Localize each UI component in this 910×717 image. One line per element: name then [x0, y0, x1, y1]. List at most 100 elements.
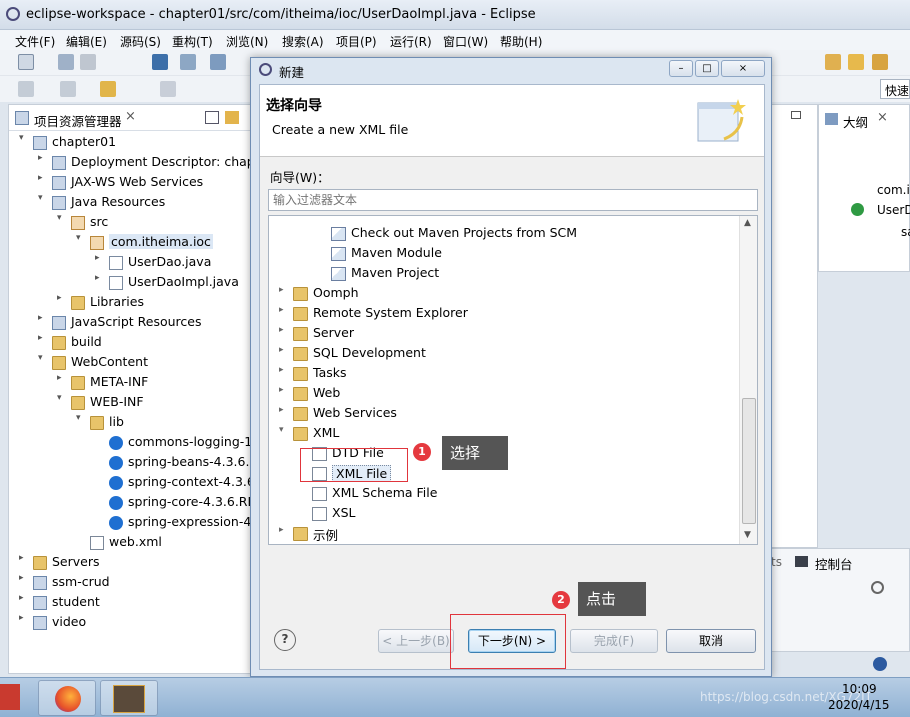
collapsed-arrow-icon[interactable]: ▸ — [279, 385, 289, 395]
collapsed-arrow-icon[interactable]: ▸ — [279, 325, 289, 335]
minimize-icon[interactable] — [791, 111, 801, 119]
back-icon[interactable] — [100, 81, 116, 97]
collapsed-arrow-icon[interactable]: ▸ — [57, 373, 67, 383]
open-resource-icon[interactable] — [848, 54, 864, 70]
tree-item[interactable]: web.xml — [9, 533, 250, 553]
scroll-up-icon[interactable]: ▲ — [744, 218, 751, 228]
collapsed-arrow-icon[interactable]: ▸ — [38, 153, 48, 163]
tree-item[interactable]: ▸ UserDaoImpl.java — [9, 273, 250, 293]
wizard-tree-item[interactable]: Maven Module — [269, 244, 739, 264]
tree-item[interactable]: ▾ WEB-INF — [9, 393, 250, 413]
tree-item[interactable]: spring-beans-4.3.6.R — [9, 453, 258, 473]
collapse-all-icon[interactable] — [205, 111, 219, 124]
wizard-tree-item[interactable]: ▸ Web Services — [269, 404, 739, 424]
menu-item[interactable]: 帮助(H) — [500, 33, 542, 50]
expanded-arrow-icon[interactable]: ▾ — [38, 193, 48, 203]
collapsed-arrow-icon[interactable]: ▸ — [38, 173, 48, 183]
forward-icon[interactable] — [160, 81, 176, 97]
collapsed-arrow-icon[interactable]: ▸ — [19, 593, 29, 603]
tree-item[interactable]: ▸ video — [9, 613, 250, 633]
tree-item[interactable]: commons-logging-1 — [9, 433, 252, 453]
outline-item-method[interactable]: sa — [901, 225, 910, 239]
outline-item-class[interactable]: UserD — [877, 203, 910, 217]
tree-item[interactable]: ▾ lib — [9, 413, 250, 433]
tree-item[interactable]: ▸ build — [9, 333, 250, 353]
collapsed-arrow-icon[interactable]: ▸ — [38, 313, 48, 323]
collapsed-arrow-icon[interactable]: ▸ — [19, 613, 29, 623]
expanded-arrow-icon[interactable]: ▾ — [279, 425, 289, 435]
wizard-filter-input[interactable] — [268, 189, 758, 211]
cancel-button[interactable]: 取消 — [666, 629, 756, 653]
tree-item[interactable]: ▸ META-INF — [9, 373, 250, 393]
minimize-button[interactable]: – — [669, 60, 693, 77]
tree-item[interactable]: ▾ src — [9, 213, 250, 233]
editor-area[interactable] — [768, 104, 818, 548]
menu-item[interactable]: 浏览(N) — [226, 33, 268, 50]
wizard-tree-item[interactable]: XSL — [269, 504, 739, 524]
console-icon[interactable] — [152, 54, 168, 70]
console-tab[interactable]: 控制台 — [815, 554, 853, 573]
tree-item[interactable]: ▾ com.itheima.ioc — [9, 233, 250, 253]
menu-item[interactable]: 搜索(A) — [282, 33, 324, 50]
debug-icon[interactable] — [180, 54, 196, 70]
outline-item-package[interactable]: com.it — [877, 183, 910, 197]
collapsed-arrow-icon[interactable]: ▸ — [279, 285, 289, 295]
expanded-arrow-icon[interactable]: ▾ — [57, 213, 67, 223]
clock-time[interactable]: 10:09 — [842, 682, 877, 696]
tree-item[interactable]: ▸ UserDao.java — [9, 253, 250, 273]
menu-item[interactable]: 源码(S) — [120, 33, 161, 50]
tree-item[interactable]: spring-context-4.3.6. — [9, 473, 259, 493]
collapsed-arrow-icon[interactable]: ▸ — [279, 345, 289, 355]
link-editor-icon[interactable] — [225, 111, 239, 124]
wizard-tree-item[interactable]: Check out Maven Projects from SCM — [269, 224, 739, 244]
wizard-tree-item[interactable]: ▸ Tasks — [269, 364, 739, 384]
firefox-taskbar-button[interactable] — [38, 680, 96, 716]
tree-item[interactable]: ▾ Java Resources — [9, 193, 250, 213]
tree-item[interactable]: ▾ chapter01 — [9, 133, 250, 153]
collapsed-arrow-icon[interactable]: ▸ — [95, 273, 105, 283]
menu-item[interactable]: 窗口(W) — [443, 33, 488, 50]
open-type-icon[interactable] — [825, 54, 841, 70]
run-icon[interactable] — [210, 54, 226, 70]
tree-item[interactable]: ▸ Deployment Descriptor: chapte — [9, 153, 267, 173]
collapsed-arrow-icon[interactable]: ▸ — [95, 253, 105, 263]
tree-item[interactable]: ▸ JavaScript Resources — [9, 313, 250, 333]
eclipse-taskbar-button[interactable] — [100, 680, 158, 716]
clock-date[interactable]: 2020/4/15 — [828, 698, 890, 712]
menu-item[interactable]: 运行(R) — [390, 33, 432, 50]
wizard-tree-item[interactable]: XML Schema File — [269, 484, 739, 504]
help-icon[interactable] — [873, 657, 887, 671]
wizard-tree-item[interactable]: ▸ 示例 — [269, 524, 739, 544]
expanded-arrow-icon[interactable]: ▾ — [76, 413, 86, 423]
collapsed-arrow-icon[interactable]: ▸ — [38, 333, 48, 343]
tree-item[interactable]: ▸ ssm-crud — [9, 573, 250, 593]
save-icon[interactable] — [58, 54, 74, 70]
help-icon[interactable]: ? — [274, 629, 296, 651]
collapsed-arrow-icon[interactable]: ▸ — [19, 573, 29, 583]
back-button[interactable]: < 上一步(B) — [378, 629, 454, 653]
wizard-tree-item[interactable]: ▸ Remote System Explorer — [269, 304, 739, 324]
collapsed-arrow-icon[interactable]: ▸ — [279, 405, 289, 415]
wps-icon[interactable] — [0, 684, 20, 710]
tree-item[interactable]: ▾ WebContent — [9, 353, 250, 373]
collapsed-arrow-icon[interactable]: ▸ — [279, 365, 289, 375]
project-explorer-tab[interactable]: 项目资源管理器 — [34, 111, 122, 130]
wizard-tree-item[interactable]: ▸ Web — [269, 384, 739, 404]
tree-item[interactable]: ▸ student — [9, 593, 250, 613]
menu-item[interactable]: 文件(F) — [15, 33, 55, 50]
wizard-tree-item[interactable]: ▸ Oomph — [269, 284, 739, 304]
scrollbar-thumb[interactable] — [742, 398, 756, 524]
collapsed-arrow-icon[interactable]: ▸ — [279, 525, 289, 535]
collapsed-arrow-icon[interactable]: ▸ — [57, 293, 67, 303]
wizard-tree-item[interactable]: ▸ SQL Development — [269, 344, 739, 364]
wizard-tree-scrollbar[interactable]: ▲ ▼ — [739, 216, 757, 544]
tree-item[interactable]: ▸ JAX-WS Web Services — [9, 173, 250, 193]
dialog-titlebar[interactable]: 新建 – □ × — [251, 58, 771, 82]
new-icon[interactable] — [18, 54, 34, 70]
close-button[interactable]: × — [721, 60, 765, 77]
tree-item[interactable]: ▸ Libraries — [9, 293, 250, 313]
wizard-tree-item[interactable]: Maven Project — [269, 264, 739, 284]
outline-tab[interactable]: 大纲 — [843, 112, 868, 131]
expanded-arrow-icon[interactable]: ▾ — [76, 233, 86, 243]
wizard-tree-item[interactable]: ▸ Server — [269, 324, 739, 344]
